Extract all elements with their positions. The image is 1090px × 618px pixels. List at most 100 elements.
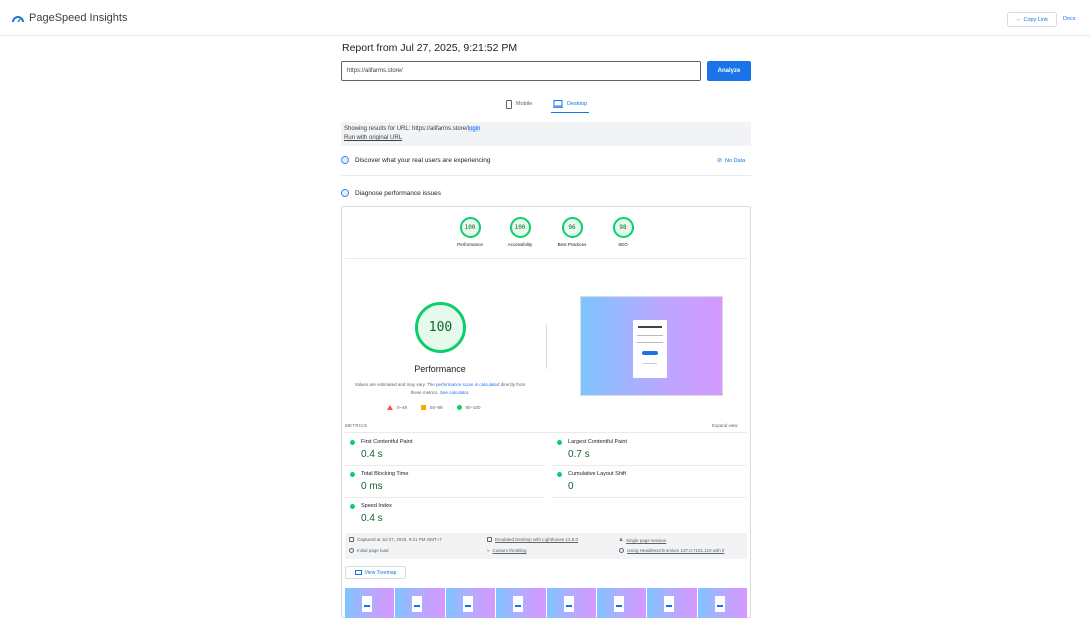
copy-link-button[interactable]: ⇔ Copy Link [1007,12,1057,27]
metrics-divider [552,465,747,466]
results-url-text: Showing results for URL: https://alifarm… [344,126,468,132]
good-dot-icon [350,439,355,445]
metric-name: Total Blocking Time [361,471,409,477]
frame-button [364,605,370,607]
good-dot-icon [350,471,355,477]
score-seo[interactable]: 98 SEO [598,217,648,247]
filmstrip-frame [445,588,496,618]
captured-info: Captured at Jul 27, 2025, 9:21 PM GMT+7 [349,537,442,542]
lighthouse-icon [341,189,349,197]
see-calculator-link[interactable]: See calculator. [440,390,470,395]
metrics-divider [345,497,545,498]
metric-value: 0 ms [361,481,383,492]
score-best-practices[interactable]: 96 Best Practices [547,217,597,247]
throttling-info[interactable]: ≈ Custom throttling [487,548,527,553]
run-original-url-link[interactable]: Run with original URL [344,134,748,143]
frame-form [362,596,372,612]
frame-form [613,596,624,612]
tab-desktop[interactable]: Desktop [551,95,590,113]
card-divider [345,258,747,259]
triangle-icon [387,405,393,410]
url-input[interactable]: https://alifarms.store/ [341,61,701,81]
metric-lcp: Largest Contentful Paint 0.7 s [557,439,627,460]
final-screenshot[interactable] [580,296,723,396]
initial-load-label: Initial page load [357,548,389,553]
timer-icon [349,548,354,553]
score-performance[interactable]: 100 Performance [445,217,495,247]
mobile-icon [506,99,512,109]
discover-label: Discover what your real users are experi… [355,156,491,164]
metrics-divider [345,465,545,466]
discover-section-header[interactable]: Discover what your real users are experi… [341,156,751,164]
section-divider [341,175,751,176]
note-text: Values are estimated and may vary. The [354,382,436,387]
results-url-line: Showing results for URL: https://alifarm… [344,125,748,134]
wifi-icon: ≈ [487,548,490,553]
screenshot-heading [638,326,662,328]
metric-value: 0.4 s [361,449,383,460]
expand-view-toggle[interactable]: Expand view [712,423,738,428]
info-icon: ⊘ [717,158,723,164]
filmstrip-frame [345,588,395,618]
emulated-info[interactable]: Emulated Desktop with Lighthouse 12.8.0 [487,537,578,542]
top-bar: PageSpeed Insights ⇔ Copy Link Docs [0,0,1090,36]
metric-name: Largest Contentful Paint [568,439,628,445]
score-label: Performance [457,242,483,247]
session-info[interactable]: ♟ Single page session [619,537,666,543]
filmstrip-frame [546,588,596,618]
score-gauge: 100 [459,217,481,238]
session-label: Single page session [626,537,667,543]
legend-average-label: 50–89 [430,405,443,410]
results-url-box: Showing results for URL: https://alifarm… [341,122,751,146]
performance-gauge: 100 [415,302,466,353]
frame-button [414,605,421,607]
link-icon: ⇔ [1016,16,1022,23]
screenshot-field [637,342,663,343]
frame-button [515,605,522,607]
treemap-label: View Treemap [364,569,397,576]
filmstrip-frame [697,588,747,618]
diagnose-section-header[interactable]: Diagnose performance issues [341,189,751,197]
score-accessibility[interactable]: 100 Accessibility [495,217,545,247]
metric-value: 0.7 s [568,449,590,460]
tab-mobile-label: Mobile [516,101,533,107]
tab-mobile[interactable]: Mobile [506,95,532,113]
desktop-icon [553,99,563,108]
legend-good: 90–100 [456,405,481,410]
frame-button [565,605,572,607]
frame-form [714,596,725,612]
brand[interactable]: PageSpeed Insights [12,12,127,24]
frame-button [666,605,673,607]
filmstrip [345,588,747,618]
good-dot-icon [350,503,355,509]
screenshot-field [637,335,663,336]
legend-average: 50–89 [421,405,443,410]
good-dot-icon [557,471,562,477]
metric-cls: Cumulative Layout Shift 0 [557,471,626,492]
vertical-divider [546,324,547,369]
calendar-icon [349,537,354,542]
legend-poor: 0–49 [387,405,407,410]
metrics-header: METRICS [345,423,368,428]
pagespeed-logo-icon [12,15,24,22]
people-icon: ♟ [619,537,624,542]
captured-label: Captured at Jul 27, 2025, 9:21 PM GMT+7 [357,537,442,542]
emulated-label: Emulated Desktop with Lighthouse 12.8.0 [495,537,579,542]
score-gauge: 98 [612,217,634,238]
docs-link[interactable]: Docs [1063,16,1076,22]
frame-form [513,596,524,612]
filmstrip-frame [496,588,546,618]
view-treemap-button[interactable]: View Treemap [345,566,406,579]
copy-link-label: Copy Link [1023,16,1048,23]
score-label: Accessibility [507,242,533,247]
analyze-button[interactable]: Analyze [707,61,751,81]
score-calculated-link[interactable]: performance score is calculated [436,382,500,387]
legend-good-label: 90–100 [465,405,481,410]
screenshot-footer [643,363,657,364]
frame-form [563,596,574,612]
tab-desktop-label: Desktop [567,100,588,107]
browser-info[interactable]: Using HeadlessChromium 137.0.7151.119 wi… [619,548,724,553]
score-gauge: 96 [561,217,583,238]
no-data-indicator: ⊘ No Data [717,157,745,165]
metric-name: Speed Index [361,503,392,509]
